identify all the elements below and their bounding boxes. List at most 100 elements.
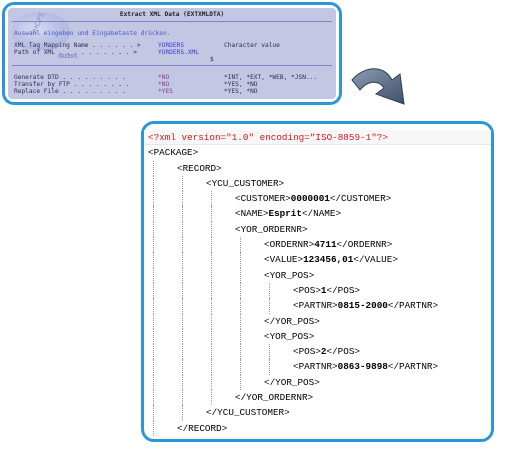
indent-guide [153,328,154,345]
field-hint-dtd: *INT, *EXT, *WEB, *JSN... [224,74,318,81]
indent-guide [211,191,212,207]
indent-guide [182,390,183,406]
indent-guide [153,221,154,238]
indent-guide [153,359,154,375]
indent-guide [211,237,212,253]
xml-tag: </YOR_ORDERNR> [235,392,314,404]
xml-tag: <ORDERNR> [264,239,315,251]
xml-line: <YOR_POS> [148,267,486,283]
indent-guide [211,206,212,222]
xml-tag: <YOR_POS> [264,269,315,281]
indent-guide [153,267,154,283]
terminal-panel: SHOPS Extract XML Data (EXTXMLDTA) Auswa… [2,2,342,105]
field-input-ftp[interactable]: *NO [158,81,169,88]
xml-tag: <YCU_CUSTOMER> [206,177,285,189]
curved-arrow-icon [351,68,405,105]
field-input-dtd[interactable]: *NO [158,74,169,81]
xml-tag: </CUSTOMER> [329,193,392,205]
indent-guide [182,175,183,192]
indent-guide [153,282,154,299]
terminal-instruction: Auswahl eingeben und Eingabetaste drücke… [14,30,171,37]
indent-guide [182,191,183,207]
xml-tag: </POS> [326,284,360,296]
indent-guide [269,359,270,375]
xml-tag: <PARTNR> [293,300,338,312]
indent-guide [240,237,241,253]
xml-tag: </NAME> [301,208,342,220]
xml-tag: </ORDERNR> [336,239,393,251]
indent-guide [240,282,241,299]
xml-line: <YCU_CUSTOMER> [148,175,486,192]
partnr-value: 0815-2000 [337,300,388,312]
xml-decl-value: "ISO-8859-1" [309,132,377,143]
indent-guide [153,252,154,268]
xml-panel: <?xml version="1.0" encoding="ISO-8859-1… [141,121,494,442]
xml-line: <YOR_POS> [148,328,486,345]
terminal-screen: SHOPS Extract XML Data (EXTXMLDTA) Auswa… [8,8,336,99]
indent-guide [182,206,183,222]
indent-guide [182,298,183,314]
xml-tag: <YOR_POS> [264,330,315,342]
indent-guide [153,344,154,360]
xml-tag: </YOR_POS> [264,315,320,327]
indent-guide [240,252,241,268]
indent-guide [240,313,241,329]
xml-decl-close: ?> [376,132,388,143]
indent-guide [240,344,241,360]
indent-guide [211,374,212,391]
indent-guide [269,344,270,360]
indent-guide [153,191,154,207]
field-input-path[interactable]: YORDERS.XML [158,49,199,56]
xml-line: </YOR_ORDERNR> [148,390,486,406]
xml-tag: <PARTNR> [293,361,338,373]
field-input-mapping[interactable]: YORDERS [158,42,184,49]
indent-guide [182,252,183,268]
xml-line: <ORDERNR>4711</ORDERNR> [148,237,486,253]
indent-guide [182,282,183,299]
indent-guide [211,344,212,360]
xml-line: </YOR_POS> [148,313,486,329]
indent-guide [153,160,154,176]
cursor-char: $ [210,56,214,63]
field-label-mapping: XML Tag Mapping Name . . . . . . > [14,42,141,49]
xml-decl-attr: version= [181,132,227,143]
indent-guide [182,328,183,345]
indent-guide [182,237,183,253]
indent-guide [182,405,183,421]
xml-tag: <POS> [293,346,321,358]
xml-line: <CUSTOMER>0000001</CUSTOMER> [148,191,486,207]
indent-guide [269,282,270,299]
xml-tag: <CUSTOMER> [235,193,291,205]
indent-guide [153,206,154,222]
indent-guide [182,267,183,283]
field-input-replace[interactable]: *YES [158,88,173,95]
xml-tag: </YOR_POS> [264,376,320,388]
xml-line: <NAME>Esprit</NAME> [148,206,486,222]
xml-tag: <NAME> [235,208,269,220]
xml-tag: <VALUE> [264,254,304,266]
indent-guide [153,390,154,406]
indent-guide [211,313,212,329]
xml-line: <POS>1</POS> [148,282,486,299]
xml-tag: <YOR_ORDERNR> [235,223,308,235]
xml-line: <POS>2</POS> [148,344,486,360]
field-hint-mapping: Character value [224,42,280,49]
xml-tag: </PARTNR> [387,300,439,312]
field-label-ftp: Transfer by FTP . . . . . . . . [14,81,130,88]
xml-tag: </POS> [326,346,360,358]
xml-line: </YOR_POS> [148,374,486,391]
xml-line: <PARTNR>0815-2000</PARTNR> [148,298,486,314]
indent-guide [182,374,183,391]
indent-guide [182,221,183,238]
indent-guide [211,221,212,238]
indent-guide [153,298,154,314]
indent-guide [211,282,212,299]
field-label-dtd: Generate DTD . . . . . . . . . [14,74,126,81]
partnr-value: 0863-9898 [337,361,388,373]
indent-guide [240,298,241,314]
indent-guide [269,298,270,314]
indent-guide [182,359,183,375]
terminal-title: Extract XML Data (EXTXMLDTA) [119,11,225,18]
indent-guide [211,298,212,314]
xml-document: <?xml version="1.0" encoding="ISO-8859-1… [144,130,491,436]
